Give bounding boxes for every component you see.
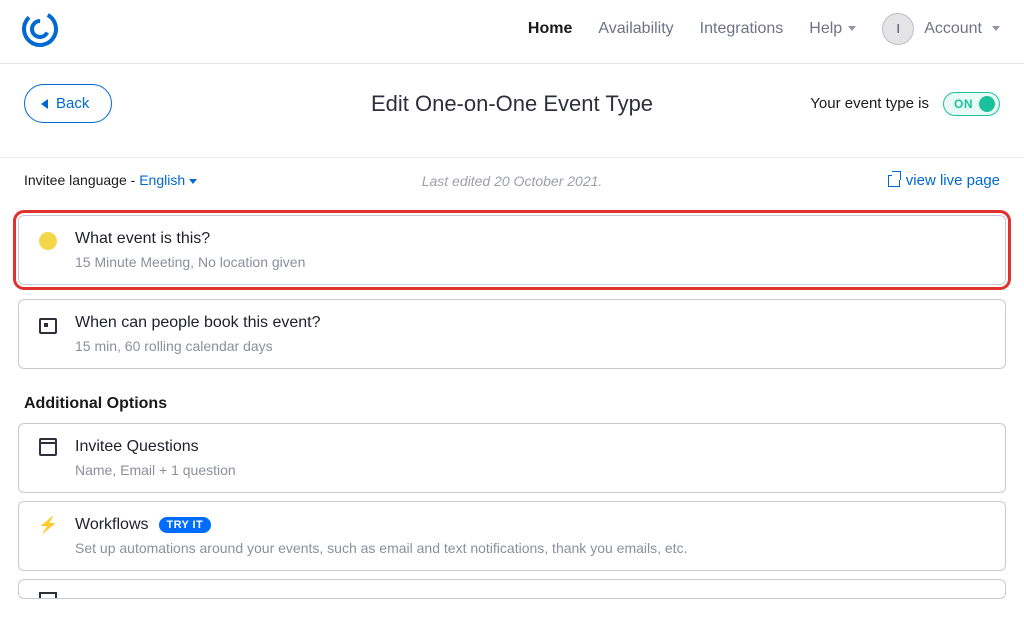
avatar: I	[882, 13, 914, 45]
card-subtitle: Name, Email + 1 question	[75, 462, 987, 478]
mail-icon	[39, 592, 57, 599]
nav-account-label: Account	[924, 20, 982, 38]
card-what-event[interactable]: What event is this? 15 Minute Meeting, N…	[18, 215, 1006, 285]
card-workflows[interactable]: ⚡ Workflows TRY IT Set up automations ar…	[18, 501, 1006, 571]
card-partial[interactable]	[18, 579, 1006, 599]
color-dot-icon	[39, 232, 57, 250]
card-title: Invitee Questions	[75, 438, 987, 456]
card-when-book[interactable]: When can people book this event? 15 min,…	[18, 299, 1006, 369]
try-it-badge: TRY IT	[159, 517, 212, 533]
bolt-icon: ⚡	[38, 518, 58, 534]
card-title: What event is this?	[75, 230, 987, 248]
nav-home[interactable]: Home	[528, 20, 572, 38]
card-title: When can people book this event?	[75, 314, 987, 332]
invitee-language-select[interactable]: English	[139, 172, 197, 188]
chevron-left-icon	[41, 99, 48, 109]
view-live-label: view live page	[906, 172, 1000, 189]
chevron-down-icon	[189, 179, 197, 184]
toggle-on-label: ON	[954, 97, 973, 111]
nav-availability[interactable]: Availability	[598, 20, 673, 38]
card-title: Workflows	[75, 516, 149, 534]
nav-help-label: Help	[809, 20, 842, 38]
card-subtitle: 15 Minute Meeting, No location given	[75, 254, 987, 270]
event-status-toggle[interactable]: ON	[943, 92, 1000, 116]
toggle-dot-icon	[979, 96, 995, 112]
nav-account[interactable]: I Account	[882, 13, 1000, 45]
nav-integrations[interactable]: Integrations	[700, 20, 784, 38]
card-subtitle: Set up automations around your events, s…	[75, 540, 987, 556]
meta-row: Invitee language - English Last edited 2…	[0, 158, 1024, 189]
additional-options-label: Additional Options	[24, 395, 1006, 413]
card-invitee-questions[interactable]: Invitee Questions Name, Email + 1 questi…	[18, 423, 1006, 493]
top-nav: Home Availability Integrations Help I Ac…	[0, 0, 1024, 64]
external-link-icon	[888, 175, 900, 187]
event-status-label: Your event type is	[810, 95, 929, 112]
nav-help[interactable]: Help	[809, 20, 856, 38]
form-icon	[39, 442, 57, 456]
chevron-down-icon	[848, 26, 856, 31]
calendly-logo[interactable]	[20, 9, 60, 49]
title-bar: Back Edit One-on-One Event Type Your eve…	[0, 64, 1024, 158]
back-button[interactable]: Back	[24, 84, 112, 123]
chevron-down-icon	[992, 26, 1000, 31]
view-live-link[interactable]: view live page	[888, 172, 1000, 189]
back-label: Back	[56, 95, 89, 112]
invitee-language: Invitee language - English	[24, 172, 197, 188]
invitee-language-label: Invitee language -	[24, 172, 139, 188]
cards-area: What event is this? 15 Minute Meeting, N…	[0, 189, 1024, 599]
card-subtitle: 15 min, 60 rolling calendar days	[75, 338, 987, 354]
calendar-icon	[39, 318, 57, 334]
